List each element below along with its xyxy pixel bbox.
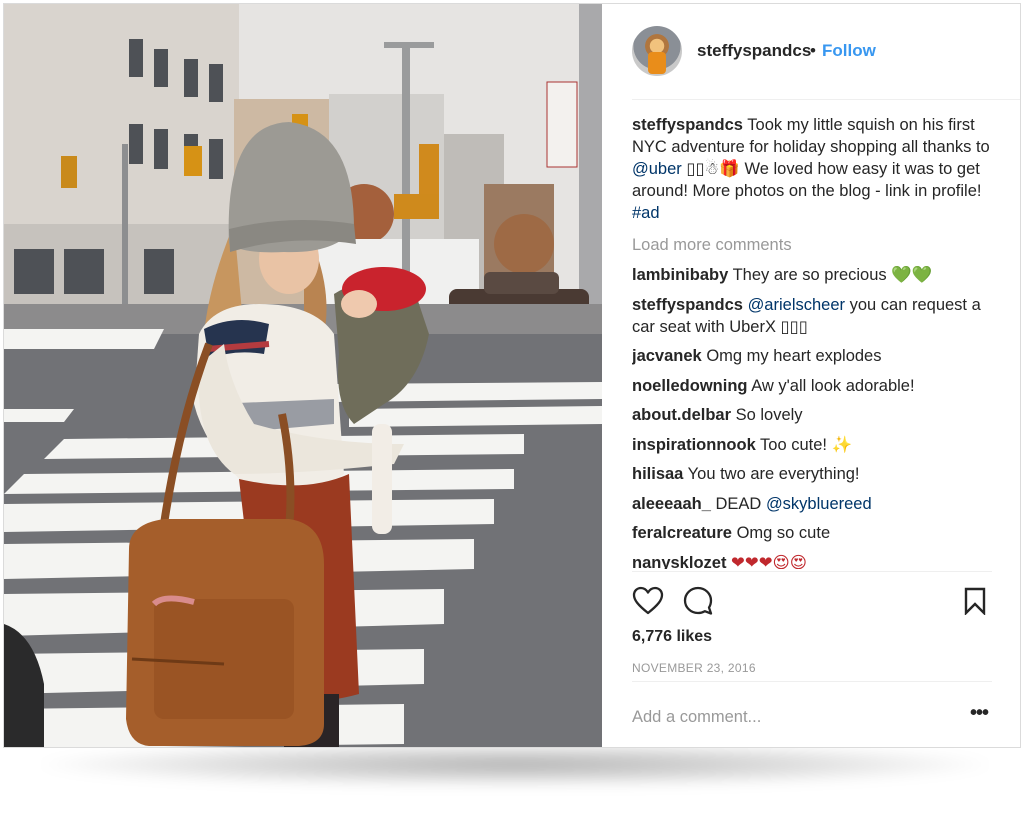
caption-text-2: We loved how easy it was to get around! … xyxy=(632,160,982,200)
comment-text: DEAD xyxy=(715,494,766,513)
comment-username[interactable]: noelledowning xyxy=(632,377,748,395)
post-username[interactable]: steffyspandcs xyxy=(697,41,811,61)
caption-mention[interactable]: @uber xyxy=(632,160,682,178)
caption: steffyspandcs Took my little squish on h… xyxy=(632,114,992,224)
comment-text: Omg my heart explodes xyxy=(706,347,882,365)
card-shadow xyxy=(40,742,990,787)
comment-text: Too cute! xyxy=(760,435,828,454)
caption-emoji: ▯▯☃🎁 xyxy=(686,160,740,178)
comment-item: lambinibaby They are so precious 💚💚 xyxy=(632,264,992,286)
comment-username[interactable]: lambinibaby xyxy=(632,266,728,284)
comment-item: inspirationnook Too cute! ✨ xyxy=(632,434,992,456)
comment-item: steffyspandcs @arielscheer you can reque… xyxy=(632,294,992,338)
avatar-figure xyxy=(648,52,666,74)
header-separator: • xyxy=(810,41,816,60)
sparkles-icon: ✨ xyxy=(831,435,853,454)
action-bar: 6,776 likes NOVEMBER 23, 2016 xyxy=(632,571,992,682)
more-options-button[interactable]: ••• xyxy=(970,702,989,725)
comment-item: about.delbar So lovely xyxy=(632,404,992,426)
comment-item: hilisaa You two are everything! xyxy=(632,463,992,485)
comment-username[interactable]: feralcreature xyxy=(632,524,732,542)
comment-text: Aw y'all look adorable! xyxy=(751,376,915,395)
comment-item: noelledowning Aw y'all look adorable! xyxy=(632,375,992,397)
bookmark-icon[interactable] xyxy=(962,587,988,615)
post-date: NOVEMBER 23, 2016 xyxy=(632,661,756,675)
comment-text: So lovely xyxy=(735,406,803,424)
like-count[interactable]: 6,776 likes xyxy=(632,628,712,646)
caption-username[interactable]: steffyspandcs xyxy=(632,116,743,134)
add-comment-input[interactable] xyxy=(632,704,952,730)
comment-item: nanysklozet ❤❤❤😍😍 xyxy=(632,552,992,570)
post-header: steffyspandcs • Follow xyxy=(632,4,1020,100)
comment-text: Omg so cute xyxy=(736,524,831,542)
comment-username[interactable]: steffyspandcs xyxy=(632,296,743,314)
load-more-comments[interactable]: Load more comments xyxy=(632,234,992,256)
caption-hashtag[interactable]: #ad xyxy=(632,204,660,222)
photo-illustration xyxy=(4,4,602,747)
comment-item: feralcreature Omg so cute xyxy=(632,522,992,544)
add-comment-bar: ••• xyxy=(632,681,992,747)
comment-bubble-icon[interactable] xyxy=(682,585,714,617)
comment-item: jacvanek Omg my heart explodes xyxy=(632,345,992,367)
comment-username[interactable]: about.delbar xyxy=(632,406,731,424)
comment-emoji: ❤❤❤😍😍 xyxy=(731,553,807,570)
comment-username[interactable]: hilisaa xyxy=(632,465,683,483)
comment-username[interactable]: inspirationnook xyxy=(632,436,756,454)
comment-emoji: 💚💚 xyxy=(891,266,933,284)
comment-mention[interactable]: @skybluereed xyxy=(766,495,872,513)
follow-button[interactable]: Follow xyxy=(822,41,876,61)
comment-username[interactable]: nanysklozet xyxy=(632,554,726,570)
heart-icon[interactable] xyxy=(632,585,664,617)
comment-username[interactable]: aleeeaah_ xyxy=(632,495,711,513)
post-side-panel: steffyspandcs • Follow steffyspandcs Too… xyxy=(602,4,1020,747)
post-photo[interactable] xyxy=(4,4,602,747)
comment-item: aleeeaah_ DEAD @skybluereed xyxy=(632,493,992,515)
comment-username[interactable]: jacvanek xyxy=(632,347,702,365)
comment-text: You two are everything! xyxy=(687,465,860,483)
comment-mention[interactable]: @arielscheer xyxy=(748,296,845,314)
comments-list: steffyspandcs Took my little squish on h… xyxy=(632,114,992,569)
comment-text: They are so precious xyxy=(732,266,887,284)
post-card: steffyspandcs • Follow steffyspandcs Too… xyxy=(3,3,1021,748)
avatar[interactable] xyxy=(632,26,682,76)
